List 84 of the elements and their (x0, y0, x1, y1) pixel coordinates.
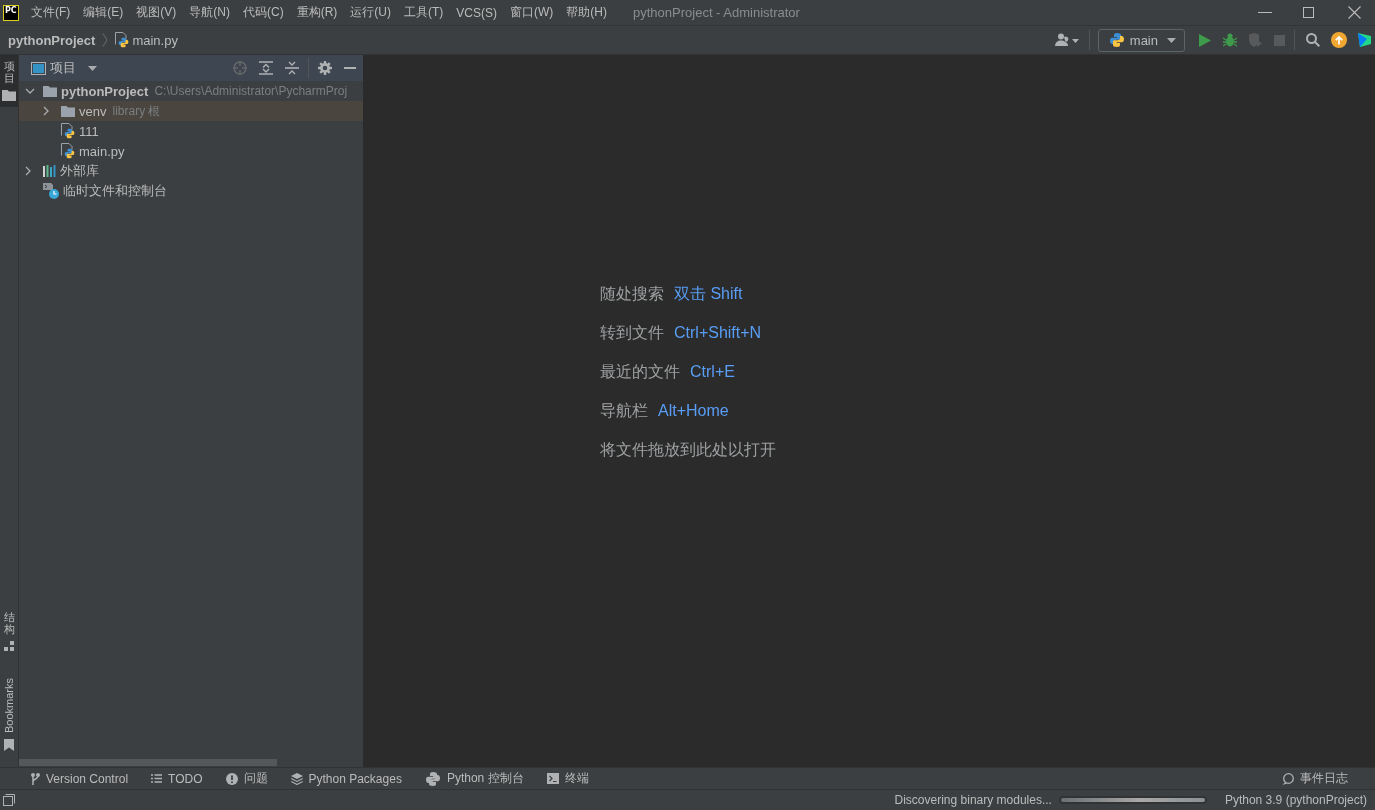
settings-icon[interactable] (318, 61, 332, 75)
tree-item[interactable]: venv library 根 (19, 101, 363, 121)
interpreter-widget[interactable]: Python 3.9 (pythonProject) (1224, 793, 1367, 807)
tool-window-tab[interactable]: Python 控制台 (416, 768, 532, 789)
branch-icon (31, 772, 40, 785)
tree-item[interactable]: 外部库 (19, 161, 363, 181)
squares-icon[interactable] (3, 794, 15, 806)
scratch-clock-icon (43, 183, 59, 199)
python-file-icon (61, 143, 75, 159)
folder-icon (61, 105, 75, 117)
window-icon (31, 61, 46, 75)
tree-item[interactable]: pythonProject C:\Users\Administrator\PycharmProj (19, 81, 363, 101)
status-message: Discovering binary modules... (894, 793, 1052, 807)
tree-item[interactable]: 111 (19, 121, 363, 141)
expand-all-icon[interactable] (259, 61, 273, 75)
caret-icon (1167, 37, 1176, 43)
hint-text: 转到文件 (600, 323, 664, 343)
folder-icon (2, 90, 16, 102)
folder-icon (43, 85, 57, 97)
run-config-dropdown[interactable]: main (1097, 28, 1185, 52)
collapse-all-icon[interactable] (285, 61, 299, 75)
chevron-right-icon[interactable] (25, 166, 31, 176)
speech-bubble-icon (1282, 772, 1294, 785)
caret-icon (88, 65, 97, 71)
maximize-icon[interactable] (1303, 7, 1314, 18)
search-icon[interactable] (1306, 33, 1320, 47)
structure-icon (4, 640, 14, 651)
layers-icon (290, 772, 303, 785)
hint-text: 最近的文件 (600, 362, 680, 382)
window-title: pythonProject - Administrator (633, 5, 800, 20)
menu-item[interactable]: 编辑(E) (77, 1, 130, 24)
menu-item[interactable]: 导航(N) (183, 1, 236, 24)
run-icon[interactable] (1199, 33, 1211, 47)
tree-item[interactable]: 临时文件和控制台 (19, 181, 363, 201)
bookmark-icon (4, 739, 14, 751)
view-selector[interactable]: 项目 (31, 59, 97, 77)
tool-window-tab[interactable]: Version Control (23, 768, 137, 789)
logo-icon[interactable] (1357, 32, 1372, 48)
side-tab[interactable]: Bookmarks (0, 672, 18, 757)
shortcut-text: Ctrl+E (690, 362, 735, 382)
exclamation-icon (225, 772, 238, 785)
python-icon (1108, 32, 1125, 48)
tool-window-tab[interactable]: TODO (143, 768, 211, 789)
chevron-down-icon[interactable] (25, 88, 35, 94)
tool-window-tab[interactable]: 问题 (217, 768, 276, 789)
app-logo: PC (3, 4, 19, 21)
up-arrow-circle-icon[interactable] (1331, 32, 1347, 48)
hint-text: 随处搜索 (600, 284, 664, 304)
menu-item[interactable]: 文件(F) (25, 1, 77, 24)
tree-item[interactable]: main.py (19, 141, 363, 161)
shortcut-text: Alt+Home (658, 401, 729, 421)
menu-item[interactable]: 运行(U) (344, 1, 397, 24)
hint-text: 导航栏 (600, 401, 648, 421)
menu-item[interactable]: 代码(C) (237, 1, 290, 24)
tree-item-hint: library 根 (112, 102, 161, 120)
tree-item-hint: C:\Users\Administrator\PycharmProj (154, 84, 348, 98)
python-file-icon (61, 123, 75, 139)
menu-item[interactable]: 工具(T) (398, 1, 450, 24)
hint-text: 将文件拖放到此处以打开 (600, 440, 776, 460)
list-icon (151, 774, 163, 783)
person-dropdown-icon[interactable] (1054, 33, 1079, 47)
chevron-right-icon[interactable] (43, 106, 49, 116)
menu-item[interactable]: 帮助(H) (560, 1, 613, 24)
shortcut-text: Ctrl+Shift+N (674, 323, 762, 343)
menu-item[interactable]: VCS(S) (450, 1, 503, 24)
menu-item[interactable]: 视图(V) (130, 1, 183, 24)
menu-item[interactable]: 窗口(W) (504, 1, 560, 24)
tool-window-tab[interactable]: Python Packages (282, 768, 410, 789)
bug-icon[interactable] (1223, 33, 1237, 47)
chevron-icon (102, 33, 109, 47)
shortcut-text: 双击 Shift (674, 284, 743, 304)
python-icon (424, 770, 441, 787)
scrollbar-thumb[interactable] (19, 759, 277, 766)
side-tab[interactable]: 项目 (0, 55, 18, 108)
close-icon[interactable] (1348, 6, 1361, 19)
terminal-icon (546, 773, 559, 784)
menu-item[interactable]: 重构(R) (290, 1, 344, 24)
breadcrumb[interactable]: pythonProject (8, 32, 96, 48)
tool-window-tab[interactable]: 事件日志 (1274, 768, 1356, 789)
breadcrumb[interactable]: main.py (115, 32, 178, 48)
python-file-icon (115, 32, 130, 48)
library-bars-icon (43, 165, 56, 177)
side-tab[interactable]: 结构 (0, 605, 18, 657)
tool-window-tab[interactable]: 终端 (538, 768, 597, 789)
